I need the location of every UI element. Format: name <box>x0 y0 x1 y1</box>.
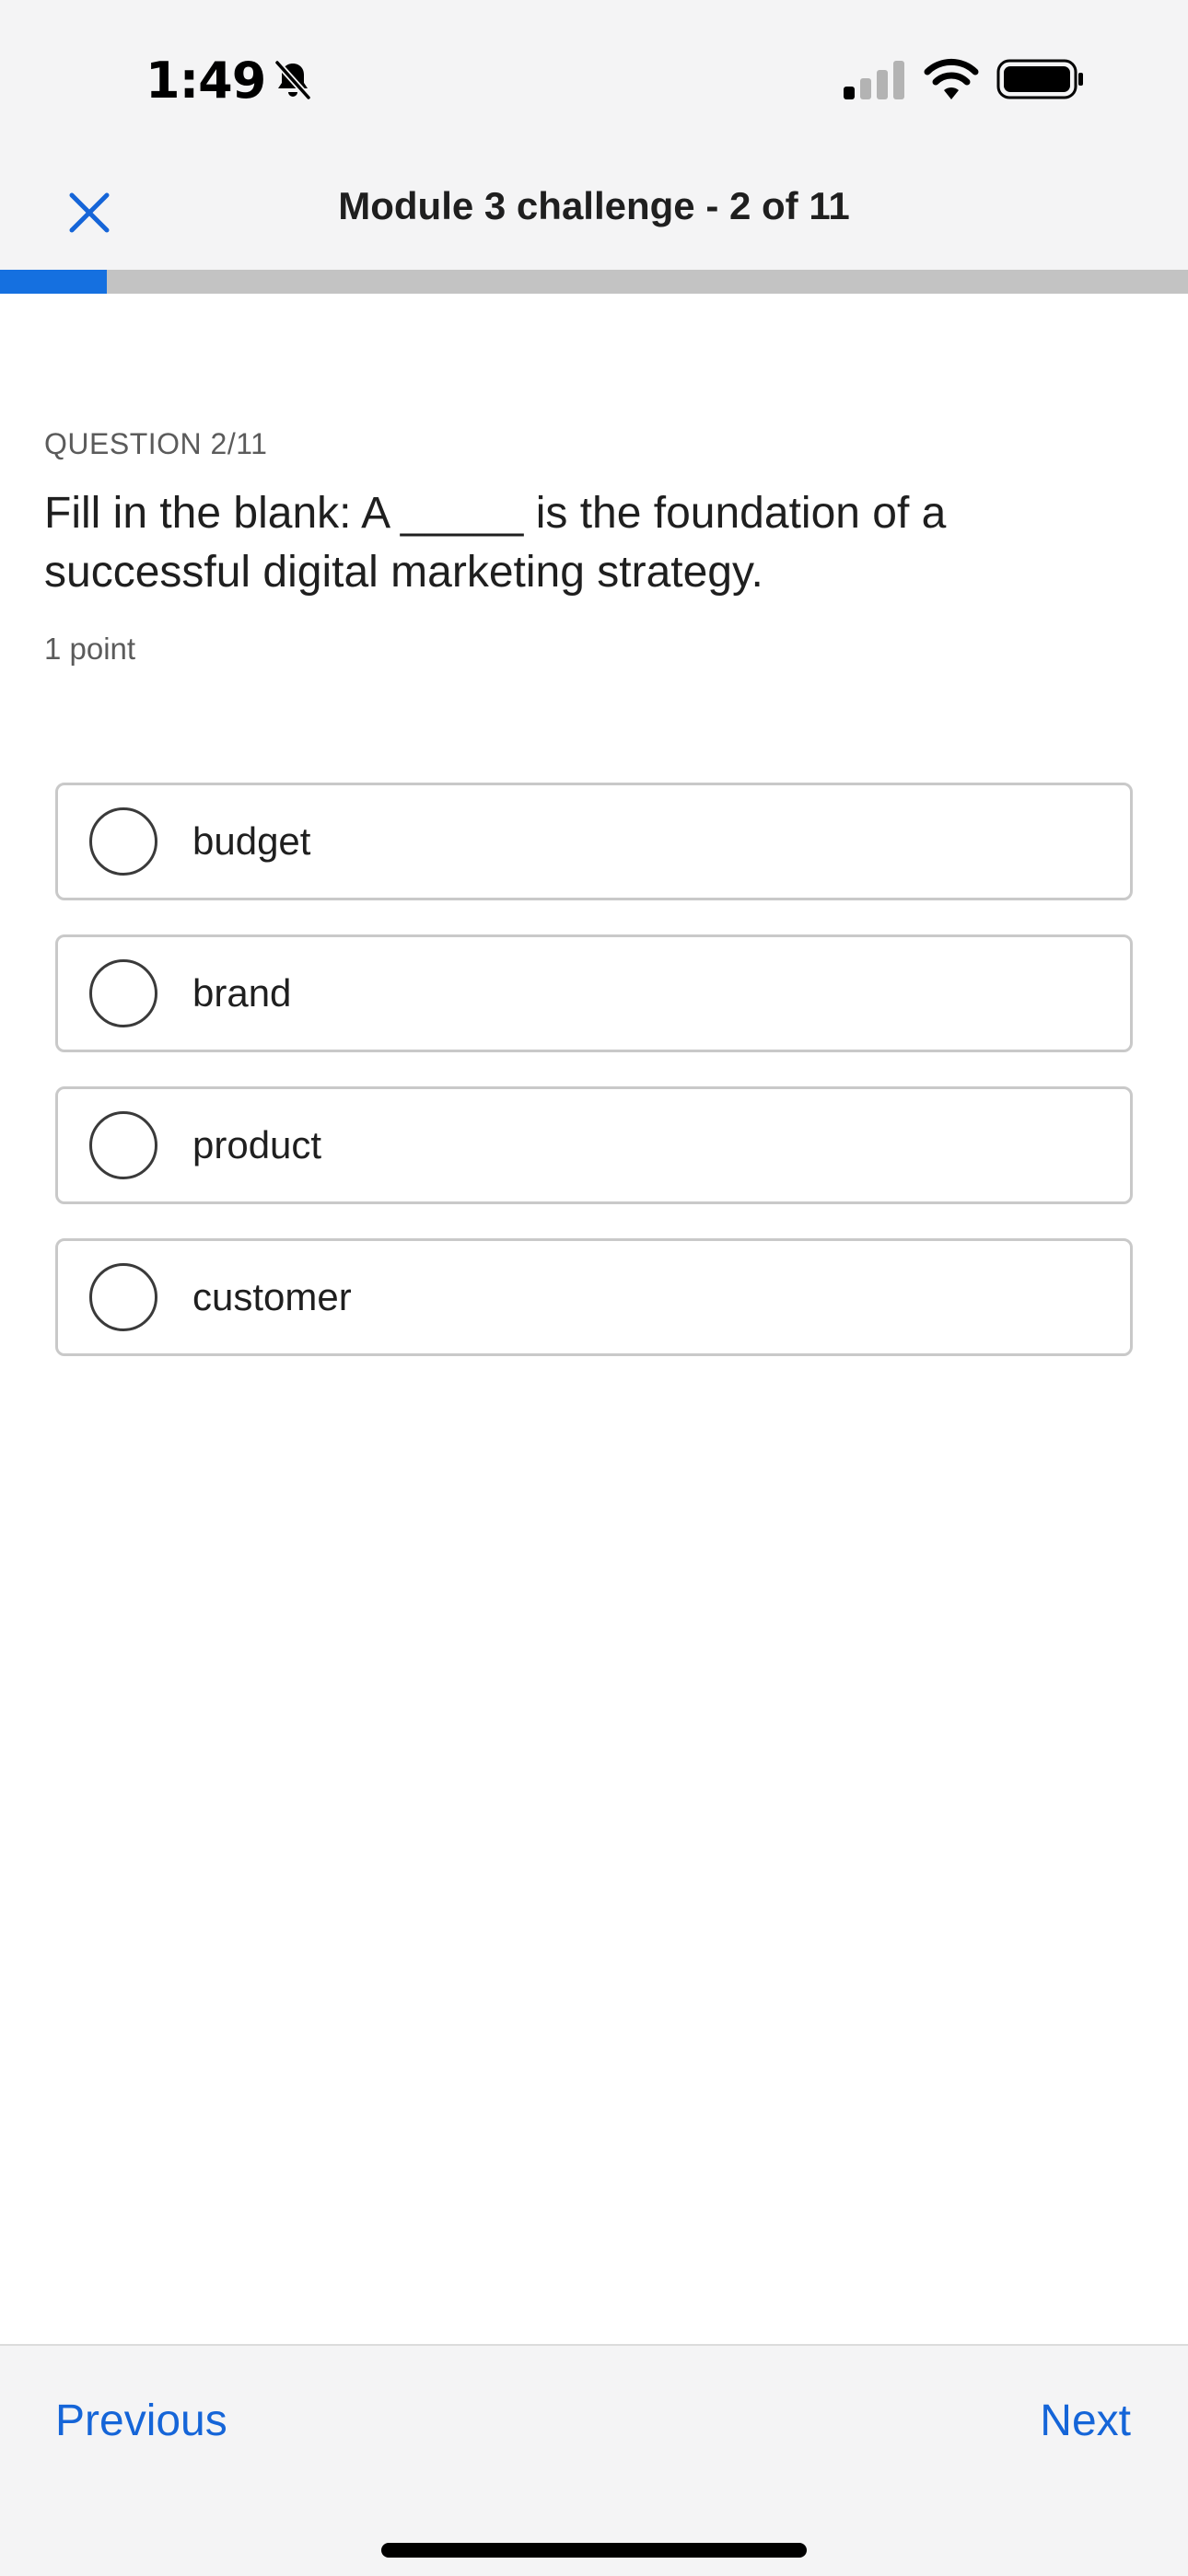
progress-bar <box>0 270 1188 294</box>
question-number: QUESTION 2/11 <box>44 427 268 460</box>
home-indicator <box>381 2543 807 2558</box>
question-text: Fill in the blank: A _____ is the founda… <box>44 489 947 597</box>
bell-slash-icon <box>274 60 311 100</box>
radio-button[interactable] <box>89 959 157 1027</box>
cellular-signal-icon <box>844 61 904 99</box>
footer-nav: Previous Next <box>0 2344 1188 2576</box>
status-time-group: 1:49 <box>146 48 315 112</box>
answer-option-product[interactable]: product <box>55 1086 1133 1204</box>
answer-options: budget brand product customer <box>55 783 1133 1390</box>
radio-button[interactable] <box>89 807 157 876</box>
previous-button[interactable]: Previous <box>55 2396 227 2446</box>
radio-button[interactable] <box>89 1111 157 1179</box>
answer-option-brand[interactable]: brand <box>55 934 1133 1052</box>
answer-option-budget[interactable]: budget <box>55 783 1133 900</box>
answer-option-label: brand <box>192 971 292 1015</box>
page-title: Module 3 challenge - 2 of 11 <box>338 184 850 227</box>
progress-fill <box>0 270 108 294</box>
wifi-icon <box>924 58 979 99</box>
radio-button[interactable] <box>89 1263 157 1331</box>
answer-option-label: budget <box>192 819 311 863</box>
status-time: 1:49 <box>146 51 266 110</box>
answer-option-customer[interactable]: customer <box>55 1238 1133 1356</box>
status-bar: 1:49 <box>0 0 1188 157</box>
answer-option-label: product <box>192 1123 322 1166</box>
next-button[interactable]: Next <box>1040 2396 1131 2446</box>
answer-option-label: customer <box>192 1275 352 1318</box>
header: Module 3 challenge - 2 of 11 <box>0 157 1188 270</box>
question-points: 1 point <box>44 632 136 666</box>
battery-icon <box>996 59 1083 99</box>
